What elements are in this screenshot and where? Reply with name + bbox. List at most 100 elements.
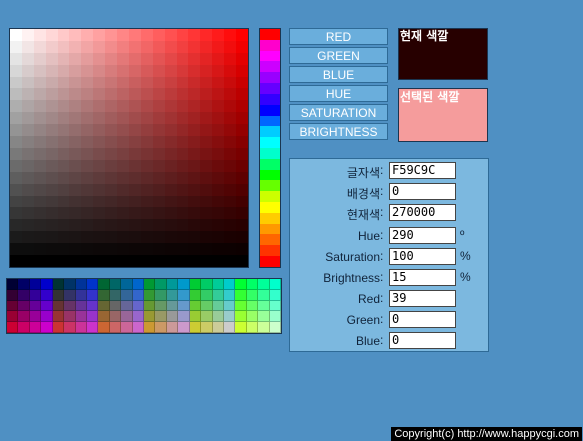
palette-swatch[interactable] (258, 279, 270, 290)
picker-cell[interactable] (236, 171, 248, 184)
picker-cell[interactable] (10, 183, 22, 196)
palette-swatch[interactable] (86, 322, 99, 333)
picker-cell[interactable] (81, 171, 94, 184)
picker-cell[interactable] (176, 171, 189, 184)
palette-swatch[interactable] (18, 300, 30, 312)
picker-cell[interactable] (176, 255, 189, 267)
picker-cell[interactable] (212, 124, 225, 137)
picker-cell[interactable] (93, 136, 106, 148)
picker-cell[interactable] (33, 64, 46, 77)
picker-cell[interactable] (93, 147, 106, 160)
picker-cell[interactable] (128, 88, 141, 101)
picker-cell[interactable] (81, 219, 94, 232)
palette-swatch[interactable] (109, 322, 122, 333)
hue-band[interactable] (260, 223, 280, 235)
picker-cell[interactable] (224, 195, 237, 208)
palette-swatch[interactable] (212, 311, 224, 323)
picker-cell[interactable] (21, 183, 34, 196)
palette-swatch[interactable] (258, 311, 270, 323)
picker-cell[interactable] (152, 219, 165, 232)
palette-swatch[interactable] (75, 300, 87, 312)
picker-cell[interactable] (188, 195, 201, 208)
picker-cell[interactable] (152, 183, 165, 196)
picker-cell[interactable] (164, 112, 177, 125)
picker-cell[interactable] (140, 136, 153, 148)
picker-cell[interactable] (10, 159, 22, 172)
picker-cell[interactable] (117, 88, 129, 101)
red-input[interactable]: 39 (389, 290, 456, 307)
picker-cell[interactable] (212, 159, 225, 172)
picker-cell[interactable] (188, 243, 201, 256)
picker-cell[interactable] (57, 88, 70, 101)
picker-cell[interactable] (176, 52, 189, 65)
picker-cell[interactable] (188, 207, 201, 220)
bg-color-input[interactable]: 0 (389, 183, 456, 200)
picker-cell[interactable] (140, 243, 153, 256)
picker-cell[interactable] (140, 207, 153, 220)
picker-cell[interactable] (45, 171, 58, 184)
picker-cell[interactable] (45, 29, 58, 41)
palette-swatch[interactable] (155, 279, 167, 290)
picker-cell[interactable] (81, 76, 94, 89)
picker-cell[interactable] (10, 195, 22, 208)
palette-swatch[interactable] (166, 289, 179, 301)
picker-cell[interactable] (236, 136, 248, 148)
picker-cell[interactable] (200, 159, 213, 172)
palette-swatch[interactable] (201, 311, 213, 323)
picker-cell[interactable] (45, 243, 58, 256)
picker-cell[interactable] (236, 195, 248, 208)
palette-swatch[interactable] (132, 279, 144, 290)
picker-cell[interactable] (200, 124, 213, 137)
picker-cell[interactable] (224, 64, 237, 77)
picker-cell[interactable] (57, 40, 70, 53)
picker-cell[interactable] (236, 231, 248, 244)
picker-cell[interactable] (21, 195, 34, 208)
picker-cell[interactable] (45, 136, 58, 148)
picker-cell[interactable] (176, 159, 189, 172)
hue-band[interactable] (260, 126, 280, 138)
mode-hue-button[interactable]: HUE (289, 85, 388, 102)
picker-cell[interactable] (188, 219, 201, 232)
picker-cell[interactable] (21, 76, 34, 89)
hue-band[interactable] (260, 234, 280, 246)
palette-swatch[interactable] (132, 300, 144, 312)
picker-cell[interactable] (188, 183, 201, 196)
picker-cell[interactable] (176, 183, 189, 196)
picker-cell[interactable] (224, 52, 237, 65)
palette-swatch[interactable] (29, 279, 42, 290)
picker-cell[interactable] (164, 171, 177, 184)
picker-cell[interactable] (117, 231, 129, 244)
picker-cell[interactable] (188, 40, 201, 53)
palette-swatch[interactable] (132, 289, 144, 301)
picker-cell[interactable] (128, 147, 141, 160)
picker-cell[interactable] (117, 195, 129, 208)
picker-cell[interactable] (57, 64, 70, 77)
palette-swatch[interactable] (269, 322, 281, 333)
picker-cell[interactable] (117, 40, 129, 53)
picker-cell[interactable] (176, 29, 189, 41)
palette-swatch[interactable] (223, 300, 236, 312)
picker-cell[interactable] (117, 64, 129, 77)
picker-cell[interactable] (45, 52, 58, 65)
picker-cell[interactable] (69, 183, 82, 196)
palette-swatch[interactable] (269, 279, 281, 290)
picker-cell[interactable] (10, 231, 22, 244)
picker-cell[interactable] (105, 29, 118, 41)
picker-cell[interactable] (93, 195, 106, 208)
picker-cell[interactable] (200, 88, 213, 101)
picker-cell[interactable] (45, 147, 58, 160)
picker-cell[interactable] (45, 112, 58, 125)
hue-input[interactable]: 290 (389, 227, 456, 244)
picker-cell[interactable] (188, 100, 201, 113)
picker-cell[interactable] (69, 100, 82, 113)
picker-cell[interactable] (45, 100, 58, 113)
picker-cell[interactable] (33, 100, 46, 113)
picker-cell[interactable] (200, 64, 213, 77)
picker-cell[interactable] (128, 243, 141, 256)
current-color-input[interactable]: 270000 (389, 204, 456, 221)
palette-swatch[interactable] (155, 322, 167, 333)
picker-cell[interactable] (33, 52, 46, 65)
palette-swatch[interactable] (18, 289, 30, 301)
picker-cell[interactable] (33, 231, 46, 244)
picker-cell[interactable] (45, 124, 58, 137)
